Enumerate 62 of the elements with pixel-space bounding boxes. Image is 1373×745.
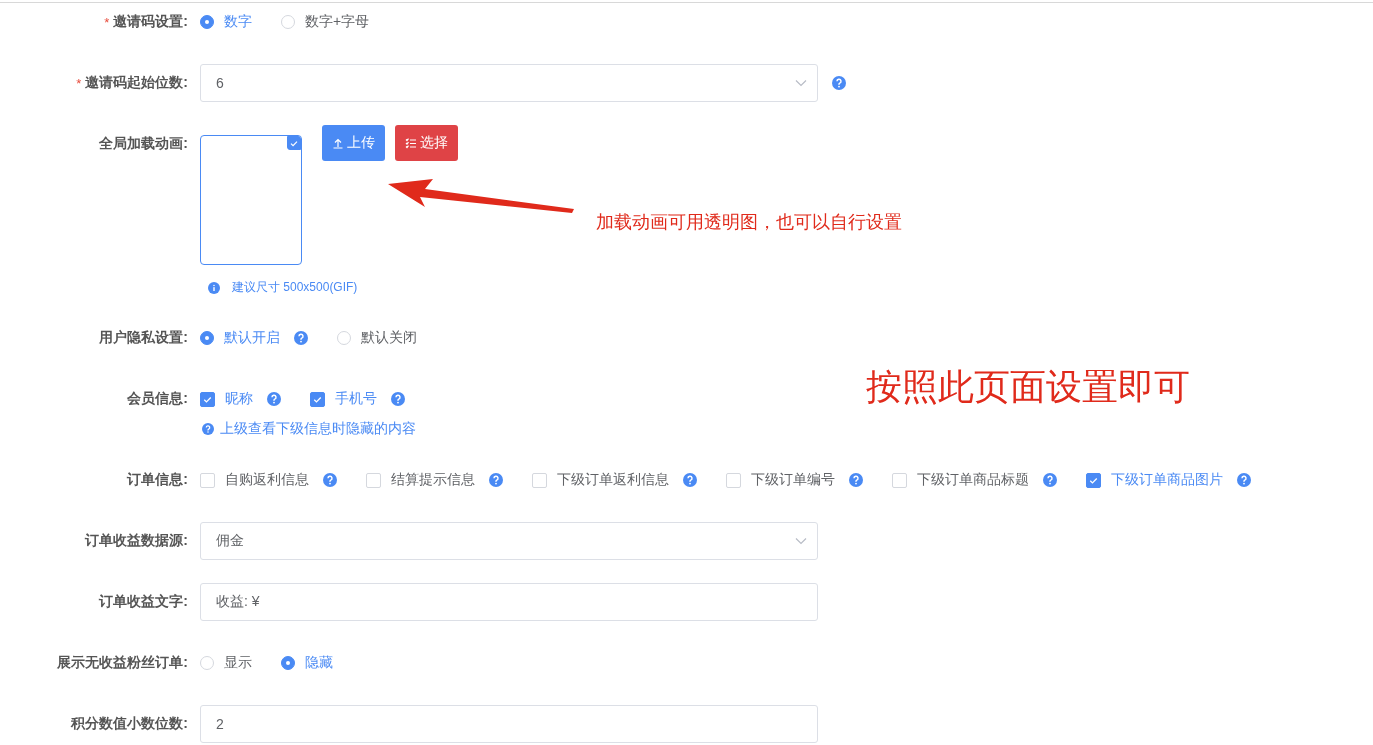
help-icon [202,423,214,435]
checklist-icon [405,137,417,149]
help-icon[interactable] [849,473,863,487]
radio-label[interactable]: 数字+字母 [305,13,370,31]
chevron-down-icon [795,537,807,545]
checkbox-label[interactable]: 下级订单商品图片 [1111,471,1223,489]
text-input[interactable]: 2 [200,705,818,743]
select-value: 佣金 [216,532,244,550]
help-icon[interactable] [683,473,697,487]
help-icon[interactable] [1043,473,1057,487]
field-label: 订单信息: [127,471,188,489]
help-icon[interactable] [391,392,405,406]
field-label: 积分数值小数位数: [71,715,188,733]
checkbox[interactable] [310,391,325,407]
upload-icon [332,137,344,149]
text-input[interactable]: 收益: ¥ [200,583,818,621]
radio-label[interactable]: 数字 [224,13,252,31]
chevron-down-icon [795,79,807,87]
radio-button[interactable] [200,15,214,29]
checkbox-label[interactable]: 手机号 [335,390,377,408]
help-icon[interactable] [323,473,337,487]
radio-label[interactable]: 默认关闭 [361,329,417,347]
field-label: 展示无收益粉丝订单: [57,654,188,672]
radio-button[interactable] [200,331,214,345]
hint-text: 建议尺寸 500x500(GIF) [232,279,358,296]
required-mark: * [104,14,110,30]
checkbox-label[interactable]: 下级订单商品标题 [917,471,1029,489]
checkbox-label[interactable]: 下级订单编号 [751,471,835,489]
checkbox[interactable] [200,391,215,407]
help-icon[interactable] [294,331,308,345]
image-preview[interactable] [200,135,302,265]
select-button[interactable]: 选择 [395,125,458,161]
select-field[interactable]: 佣金 [200,522,818,560]
radio-label[interactable]: 默认开启 [224,329,280,347]
field-label: 订单收益文字: [99,593,188,611]
required-mark: * [76,75,82,91]
field-label: 用户隐私设置: [99,329,188,347]
radio-label[interactable]: 隐藏 [305,654,333,672]
checkbox-label[interactable]: 自购返利信息 [225,471,309,489]
help-icon[interactable] [489,473,503,487]
field-label: 订单收益数据源: [85,532,188,550]
check-badge[interactable] [287,136,301,150]
checkbox-label[interactable]: 下级订单返利信息 [557,471,669,489]
annotation-text: 加载动画可用透明图，也可以自行设置 [596,211,902,234]
annotation-text: 按照此页面设置即可 [866,365,1190,409]
help-text: 上级查看下级信息时隐藏的内容 [220,420,416,438]
select-value: 6 [216,75,224,91]
checkbox-label[interactable]: 结算提示信息 [391,471,475,489]
field-label: 邀请码起始位数: [85,74,188,92]
checkbox[interactable] [1086,472,1101,488]
help-icon[interactable] [1237,473,1251,487]
select-field[interactable]: 6 [200,64,818,102]
radio-label[interactable]: 显示 [224,654,252,672]
help-icon[interactable] [832,76,846,90]
checkbox-label[interactable]: 昵称 [225,390,253,408]
info-icon [208,281,220,294]
upload-button[interactable]: 上传 [322,125,385,161]
field-label: 邀请码设置: [113,13,188,31]
help-icon[interactable] [267,392,281,406]
radio-button[interactable] [281,656,295,670]
field-label: 全局加载动画: [99,135,188,153]
field-label: 会员信息: [127,390,188,408]
